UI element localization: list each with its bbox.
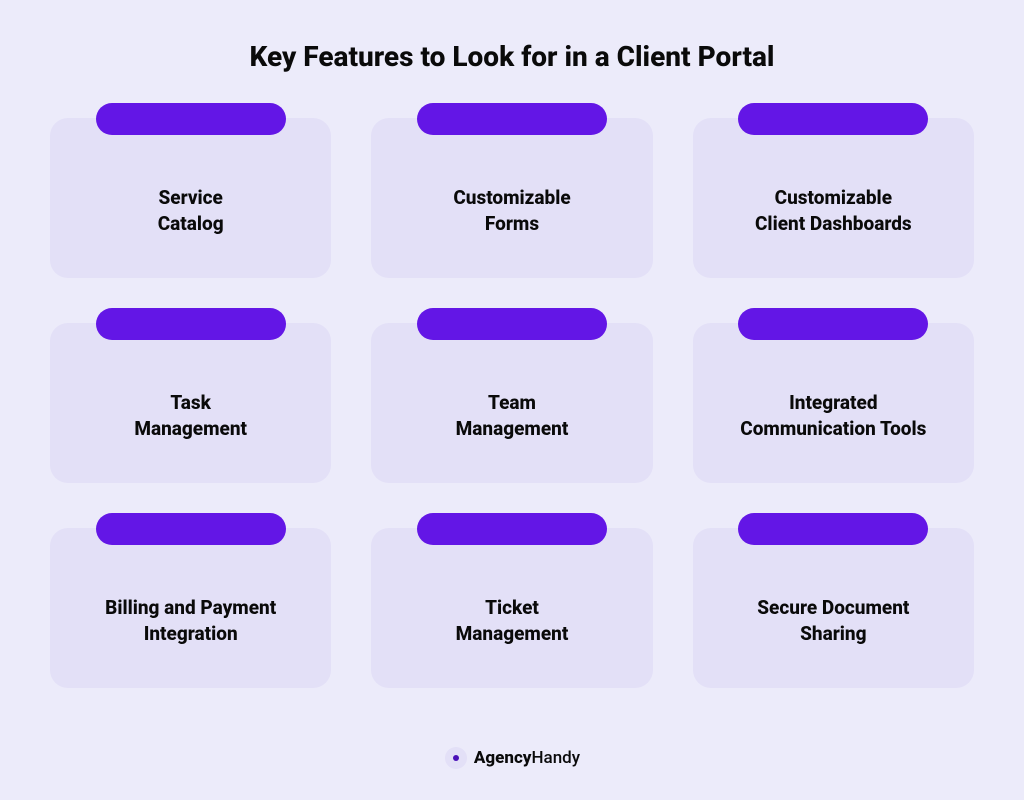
feature-card: Integrated Communication Tools [693, 323, 974, 483]
feature-line-1: Task [170, 390, 211, 416]
card-pill [96, 103, 286, 135]
feature-line-2: Sharing [800, 621, 866, 647]
feature-line-1: Secure Document [757, 595, 909, 621]
brand-name-bold: Agency [474, 748, 532, 768]
feature-line-2: Management [456, 621, 569, 647]
feature-line-1: Customizable [453, 185, 570, 211]
feature-line-2: Forms [485, 211, 539, 237]
card-pill [417, 103, 607, 135]
feature-card: Secure Document Sharing [693, 528, 974, 688]
feature-card: Task Management [50, 323, 331, 483]
feature-card: Team Management [371, 323, 652, 483]
features-grid: Service Catalog Customizable Forms Custo… [50, 118, 974, 706]
feature-line-2: Integration [144, 621, 238, 647]
card-pill [738, 513, 928, 545]
feature-line-1: Billing and Payment [105, 595, 276, 621]
footer-brand: AgencyHandy [50, 746, 974, 770]
card-pill [96, 308, 286, 340]
brand-name-light: Handy [531, 748, 580, 768]
feature-card: Ticket Management [371, 528, 652, 688]
card-pill [738, 103, 928, 135]
feature-card: Customizable Client Dashboards [693, 118, 974, 278]
card-pill [417, 513, 607, 545]
card-pill [738, 308, 928, 340]
logo-icon [444, 746, 468, 770]
feature-line-1: Customizable [775, 185, 892, 211]
feature-line-1: Ticket [485, 595, 539, 621]
page-title: Key Features to Look for in a Client Por… [50, 40, 974, 73]
feature-card: Customizable Forms [371, 118, 652, 278]
feature-card: Billing and Payment Integration [50, 528, 331, 688]
feature-line-1: Integrated [789, 390, 877, 416]
feature-line-1: Team [488, 390, 536, 416]
feature-card: Service Catalog [50, 118, 331, 278]
feature-line-1: Service [158, 185, 222, 211]
feature-line-2: Communication Tools [740, 416, 926, 442]
card-pill [417, 308, 607, 340]
feature-line-2: Client Dashboards [755, 211, 912, 237]
feature-line-2: Management [134, 416, 247, 442]
feature-line-2: Catalog [158, 211, 224, 237]
card-pill [96, 513, 286, 545]
logo-text: AgencyHandy [474, 748, 580, 768]
feature-line-2: Management [456, 416, 569, 442]
